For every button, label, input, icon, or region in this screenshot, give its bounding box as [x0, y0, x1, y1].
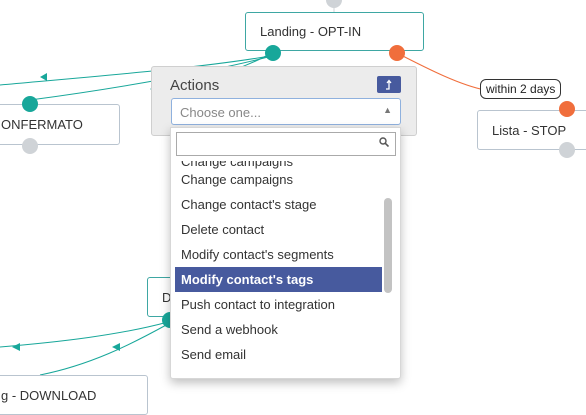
node-download[interactable]: g - DOWNLOAD [0, 375, 148, 415]
delay-label[interactable]: within 2 days [480, 79, 562, 99]
search-icon [379, 137, 389, 147]
node-label: ONFERMATO [1, 117, 83, 132]
collapse-button[interactable] [377, 76, 401, 93]
node-connector-bottom[interactable] [22, 138, 38, 154]
dropdown-scrollbar[interactable] [384, 198, 392, 293]
action-dropdown: Change campaigns Change campaigns Change… [170, 127, 401, 379]
option-delete-contact[interactable]: Delete contact [175, 217, 382, 242]
node-connector-no[interactable] [389, 45, 405, 61]
node-label: Landing - OPT-IN [260, 24, 362, 39]
node-connector-bottom[interactable] [559, 142, 575, 158]
option-push-integration[interactable]: Push contact to integration [175, 292, 382, 317]
actions-panel: Actions Choose one... ▲ [151, 66, 417, 136]
option-send-email[interactable]: Send email [175, 342, 382, 367]
node-connector-input[interactable] [559, 101, 575, 117]
node-confermato[interactable]: ONFERMATO [0, 104, 120, 145]
action-type-select[interactable]: Choose one... ▲ [171, 98, 401, 125]
node-connector-yes[interactable] [265, 45, 281, 61]
option-modify-tags[interactable]: Modify contact's tags [175, 267, 382, 292]
option-modify-segments[interactable]: Modify contact's segments [175, 242, 382, 267]
option-change-stage[interactable]: Change contact's stage [175, 192, 382, 217]
options-list: Change campaigns Change contact's stage … [175, 167, 382, 367]
select-placeholder: Choose one... [180, 105, 261, 120]
option-send-webhook[interactable]: Send a webhook [175, 317, 382, 342]
collapse-arrow-icon [386, 79, 392, 90]
caret-up-icon: ▲ [383, 105, 392, 115]
node-connector-input[interactable] [22, 96, 38, 112]
node-label: g - DOWNLOAD [1, 387, 97, 403]
node-label: Lista - STOP [492, 122, 567, 138]
option-change-campaigns[interactable]: Change campaigns [175, 167, 382, 192]
options-viewport: Change campaigns Change campaigns Change… [175, 161, 382, 376]
dropdown-search-input[interactable] [176, 132, 396, 156]
actions-title: Actions [170, 77, 220, 94]
